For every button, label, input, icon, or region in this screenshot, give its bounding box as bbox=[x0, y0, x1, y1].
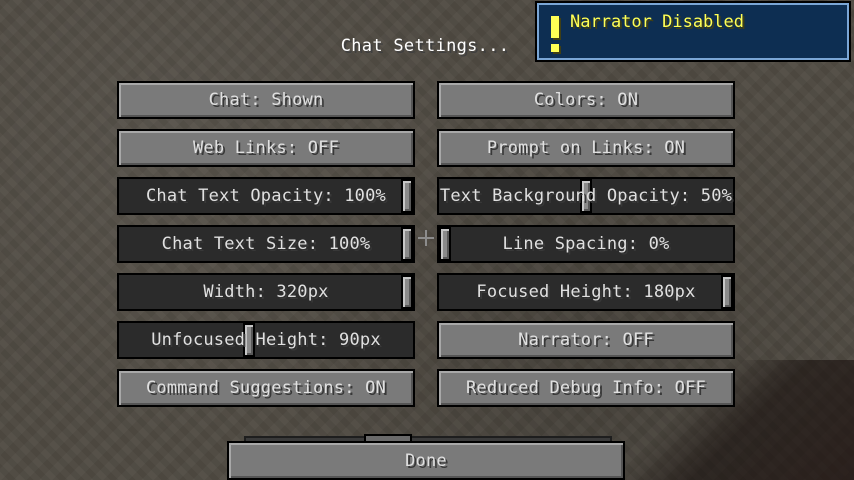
reduced-debug-info-label: Reduced Debug Info: OFF bbox=[465, 378, 706, 398]
exclamation-icon bbox=[551, 16, 559, 52]
slider-handle[interactable] bbox=[721, 275, 733, 309]
web-links-button[interactable]: Web Links: OFF bbox=[117, 129, 415, 167]
focused-height-slider[interactable]: Focused Height: 180px bbox=[437, 273, 735, 311]
slider-handle[interactable] bbox=[439, 227, 451, 261]
web-links-label: Web Links: OFF bbox=[192, 138, 340, 158]
slider-handle[interactable] bbox=[401, 179, 413, 213]
chat-width-slider[interactable]: Width: 320px bbox=[117, 273, 415, 311]
toast-message: Narrator Disabled bbox=[570, 12, 744, 32]
chat-text-size-slider[interactable]: Chat Text Size: 100% bbox=[117, 225, 415, 263]
text-background-opacity-label: Text Background Opacity: 50% bbox=[439, 186, 733, 206]
slider-handle[interactable] bbox=[401, 227, 413, 261]
chat-visibility-button[interactable]: Chat: Shown bbox=[117, 81, 415, 119]
text-background-opacity-slider[interactable]: Text Background Opacity: 50% bbox=[437, 177, 735, 215]
chat-colors-label: Colors: ON bbox=[533, 90, 639, 110]
narrator-toast: Narrator Disabled bbox=[535, 1, 851, 62]
reduced-debug-info-button[interactable]: Reduced Debug Info: OFF bbox=[437, 369, 735, 407]
done-button[interactable]: Done bbox=[227, 441, 625, 480]
narrator-label: Narrator: OFF bbox=[518, 330, 654, 350]
command-suggestions-button[interactable]: Command Suggestions: ON bbox=[117, 369, 415, 407]
command-suggestions-label: Command Suggestions: ON bbox=[145, 378, 386, 398]
line-spacing-slider[interactable]: Line Spacing: 0% bbox=[437, 225, 735, 263]
unfocused-height-label: Unfocused Height: 90px bbox=[151, 330, 381, 350]
chat-text-opacity-slider[interactable]: Chat Text Opacity: 100% bbox=[117, 177, 415, 215]
focused-height-label: Focused Height: 180px bbox=[476, 282, 696, 302]
chat-width-label: Width: 320px bbox=[203, 282, 329, 302]
done-label: Done bbox=[405, 450, 447, 471]
slider-handle[interactable] bbox=[401, 275, 413, 309]
crosshair-icon bbox=[418, 230, 434, 246]
chat-text-size-label: Chat Text Size: 100% bbox=[161, 234, 371, 254]
narrator-button[interactable]: Narrator: OFF bbox=[437, 321, 735, 359]
prompt-on-links-button[interactable]: Prompt on Links: ON bbox=[437, 129, 735, 167]
chat-text-opacity-label: Chat Text Opacity: 100% bbox=[145, 186, 386, 206]
chat-colors-button[interactable]: Colors: ON bbox=[437, 81, 735, 119]
prompt-on-links-label: Prompt on Links: ON bbox=[486, 138, 686, 158]
chat-visibility-label: Chat: Shown bbox=[208, 90, 324, 110]
unfocused-height-slider[interactable]: Unfocused Height: 90px bbox=[117, 321, 415, 359]
line-spacing-label: Line Spacing: 0% bbox=[502, 234, 670, 254]
